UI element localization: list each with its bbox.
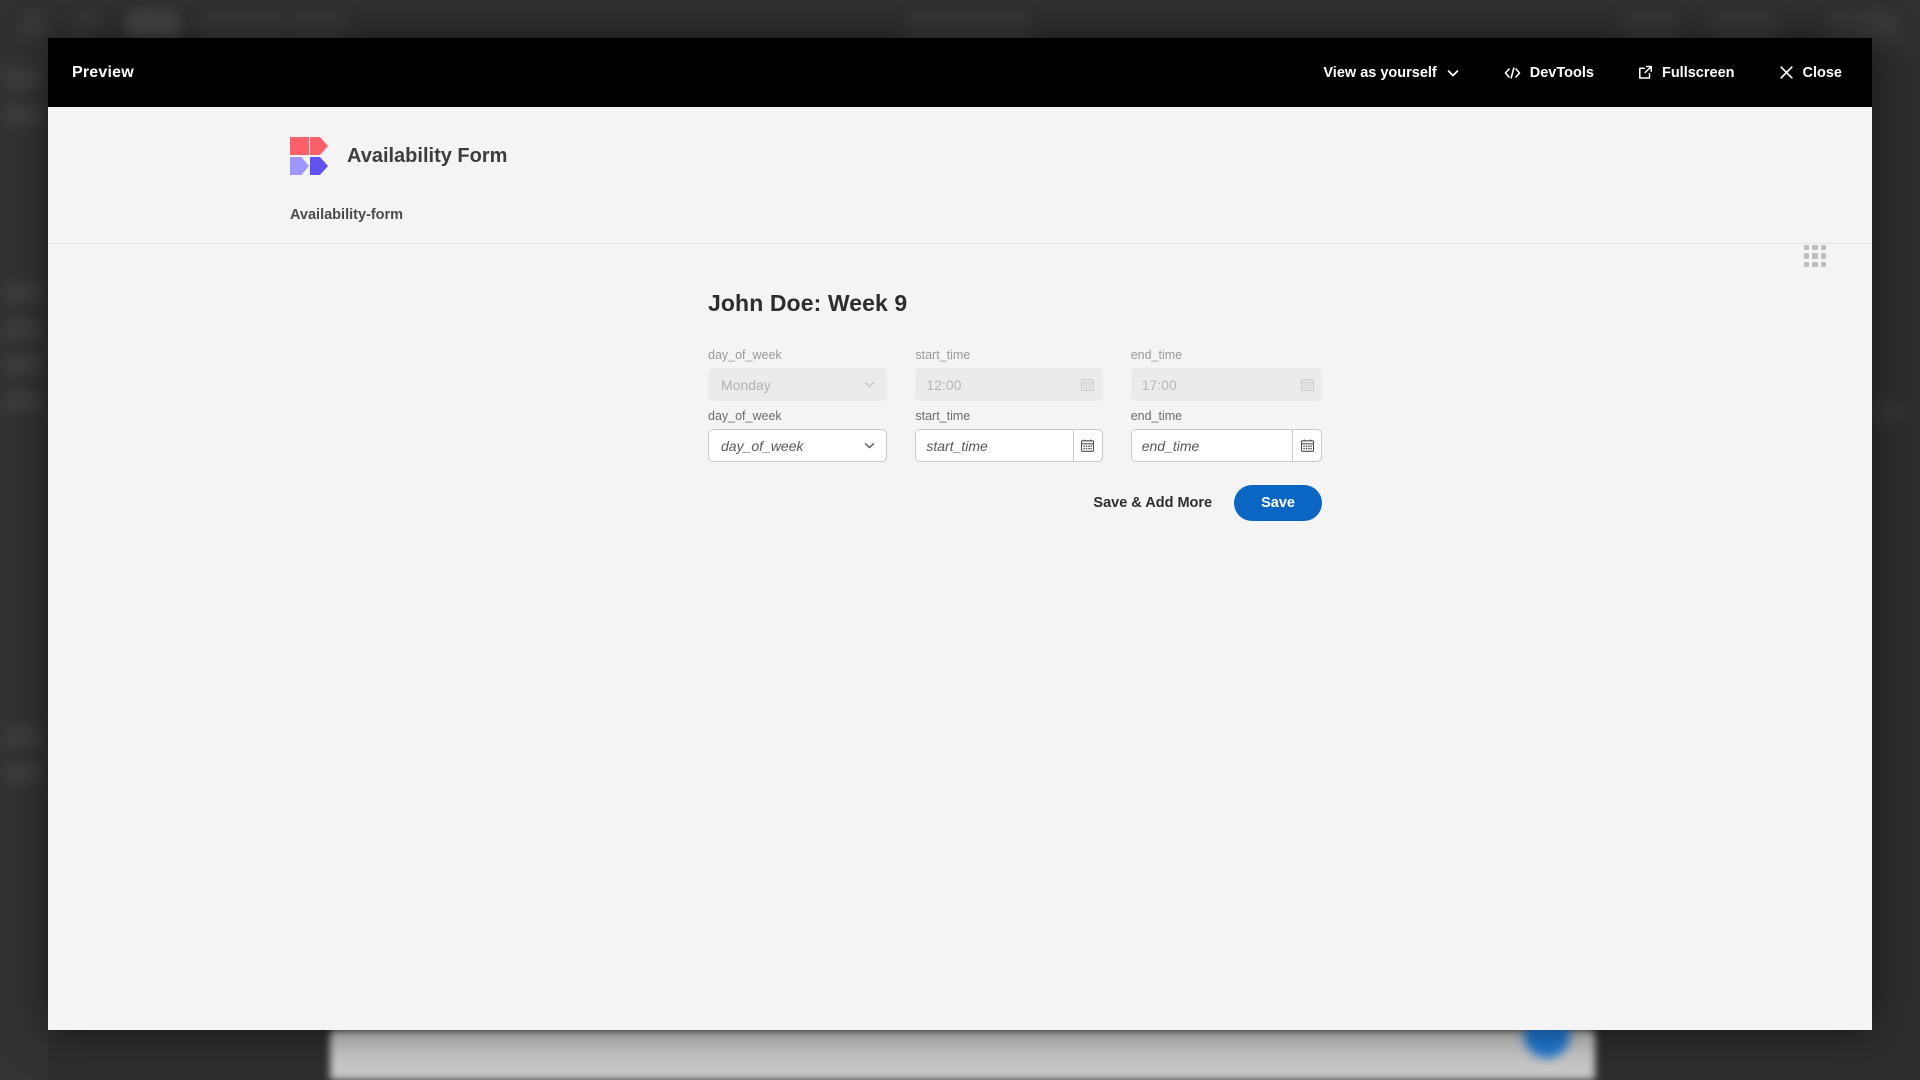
background-sidebar-item <box>6 68 42 90</box>
code-brackets-icon <box>1504 66 1521 80</box>
input-value: 12:00 <box>926 376 962 393</box>
preview-modal: Preview View as yourself DevTools Fullsc… <box>48 38 1872 1030</box>
devtools-button[interactable]: DevTools <box>1500 59 1598 87</box>
field-label: day_of_week <box>708 409 782 423</box>
chevron-down-icon <box>1446 66 1460 80</box>
input-value: start_time <box>926 437 988 454</box>
calendar-icon <box>1072 368 1103 401</box>
field-label: end_time <box>1130 348 1183 362</box>
availability-form-logo-icon <box>290 137 328 175</box>
background-sidebar-item <box>6 726 42 748</box>
background-topbar-item <box>1706 11 1780 41</box>
background-topbar-item <box>1618 11 1682 41</box>
form-body: John Doe: Week 9 day_of_week Monday star… <box>48 244 1872 1030</box>
background-sidebar-item <box>6 354 42 376</box>
form-title: John Doe: Week 9 <box>708 290 908 316</box>
field-start-time-2: start_time start_time <box>915 409 1103 462</box>
app-brand[interactable]: Availability Form <box>290 137 1838 175</box>
preview-title: Preview <box>72 63 134 81</box>
calendar-icon[interactable] <box>1072 429 1103 462</box>
field-end-time-2: end_time end_time <box>1130 409 1322 462</box>
availability-row-2: day_of_week day_of_week start_time start… <box>708 409 1322 462</box>
background-sidebar-item <box>6 282 42 304</box>
background-sidebar <box>0 54 48 1080</box>
field-label: day_of_week <box>708 348 782 362</box>
save-and-add-more-button[interactable]: Save & Add More <box>1093 495 1212 511</box>
view-as-yourself-dropdown[interactable]: View as yourself <box>1319 59 1463 87</box>
calendar-icon[interactable] <box>1292 429 1322 462</box>
background-sidebar-item <box>6 390 42 412</box>
background-topbar-item <box>1822 11 1900 41</box>
background-topbar-title <box>902 11 1034 41</box>
background-topbar-item <box>286 11 350 41</box>
field-label: start_time <box>915 348 971 362</box>
input-value: end_time <box>1141 437 1200 454</box>
save-button[interactable]: Save <box>1234 485 1322 521</box>
form-actions: Save & Add More Save <box>708 485 1322 521</box>
close-icon <box>1779 65 1794 80</box>
background-sidebar-item <box>6 318 42 340</box>
app-header: Availability Form Availability-form <box>48 107 1872 267</box>
form-container: John Doe: Week 9 day_of_week Monday star… <box>708 290 1322 521</box>
calendar-icon <box>1292 368 1322 401</box>
close-button[interactable]: Close <box>1775 59 1847 87</box>
background-sidebar-item <box>6 762 42 784</box>
background-topbar-item <box>196 11 292 41</box>
fullscreen-button[interactable]: Fullscreen <box>1634 59 1739 87</box>
select-value: Monday <box>721 376 771 393</box>
background-topbar-item <box>68 11 104 41</box>
background-topbar-item <box>20 11 48 41</box>
view-as-yourself-label: View as yourself <box>1323 64 1437 81</box>
end-time-input-2[interactable]: end_time <box>1130 429 1292 462</box>
background-sidebar-item <box>6 104 42 126</box>
end-time-input-1: 17:00 <box>1130 368 1292 401</box>
background-topbar-item <box>124 11 182 41</box>
field-label: end_time <box>1130 409 1183 423</box>
input-value: 17:00 <box>1141 376 1177 393</box>
availability-row-1: day_of_week Monday start_time 12:00 end_… <box>708 348 1322 401</box>
background-bottom-panel <box>330 1030 1595 1080</box>
select-value: day_of_week <box>721 437 804 454</box>
close-label: Close <box>1802 64 1843 81</box>
field-start-time-1: start_time 12:00 <box>915 348 1103 401</box>
start-time-input-1: 12:00 <box>915 368 1073 401</box>
app-title: Availability Form <box>347 144 508 167</box>
preview-toolbar: Preview View as yourself DevTools Fullsc… <box>48 38 1872 107</box>
fullscreen-label: Fullscreen <box>1661 64 1735 81</box>
field-day-of-week-1: day_of_week Monday <box>708 348 888 401</box>
start-time-input-2[interactable]: start_time <box>915 429 1073 462</box>
external-link-icon <box>1638 65 1653 80</box>
field-label: start_time <box>915 409 971 423</box>
field-day-of-week-2: day_of_week day_of_week <box>708 409 888 462</box>
day-of-week-select-1: Monday <box>708 368 888 401</box>
devtools-label: DevTools <box>1529 64 1594 81</box>
day-of-week-select-2[interactable]: day_of_week <box>708 429 888 462</box>
chevron-down-icon <box>863 378 876 391</box>
field-end-time-1: end_time 17:00 <box>1130 348 1322 401</box>
chevron-down-icon <box>863 439 876 452</box>
apps-grid-icon[interactable] <box>1804 245 1826 267</box>
breadcrumb[interactable]: Availability-form <box>290 207 1838 223</box>
